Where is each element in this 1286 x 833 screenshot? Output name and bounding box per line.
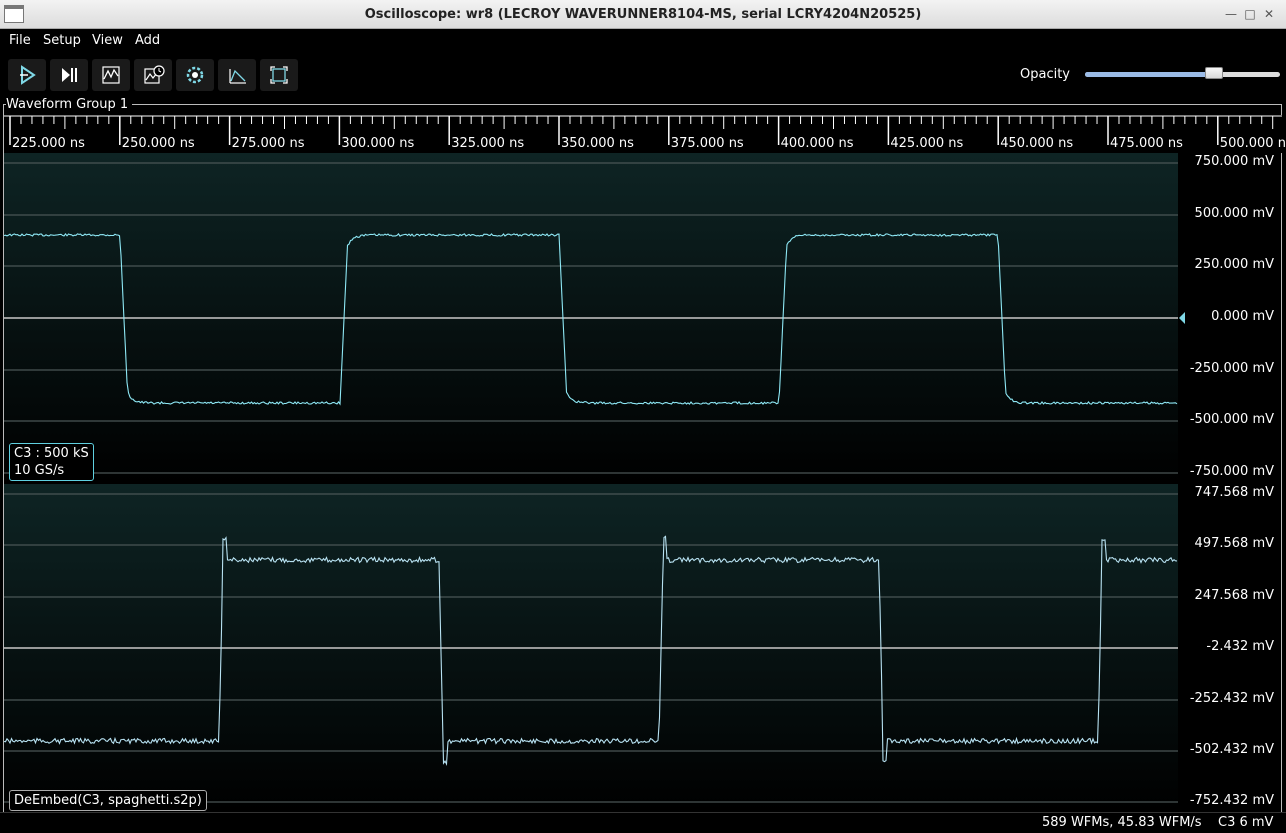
- history-icon: [144, 65, 165, 84]
- y-axis-label: 497.568 mV: [1194, 536, 1274, 551]
- measure-icon: [229, 69, 246, 84]
- opacity-label: Opacity: [1020, 67, 1071, 82]
- measure-button[interactable]: [218, 59, 256, 91]
- trigger-single-icon: [62, 68, 77, 82]
- channel-label-c3-line1: C3 : 500 kS: [14, 446, 89, 461]
- waveform-icon: [102, 66, 120, 84]
- menu-add[interactable]: Add: [135, 33, 160, 48]
- trigger-single-button[interactable]: [50, 59, 88, 91]
- timeline-label: 275.000 ns: [231, 136, 305, 151]
- timeline-label: 225.000 ns: [12, 136, 85, 151]
- timeline-label: 375.000 ns: [670, 136, 744, 151]
- maximize-icon[interactable]: □: [1241, 6, 1259, 22]
- y-axis-label: -752.432 mV: [1189, 793, 1274, 808]
- timeline-label: 300.000 ns: [341, 136, 415, 151]
- status-waveform-rate: 589 WFMs, 45.83 WFM/s: [1042, 815, 1202, 830]
- channel-label-deembed-line1: DeEmbed(C3, spaghetti.s2p): [14, 793, 202, 808]
- timeline-label: 450.000 ns: [1000, 136, 1074, 151]
- menu-setup[interactable]: Setup: [43, 33, 81, 48]
- menu-view[interactable]: View: [92, 33, 123, 48]
- y-axis-label: 500.000 mV: [1194, 206, 1274, 221]
- waveform-group-label: Waveform Group 1: [6, 97, 133, 112]
- timeline-label: 425.000 ns: [890, 136, 964, 151]
- y-axis-label: -2.432 mV: [1206, 639, 1274, 654]
- channel-label-deembed[interactable]: DeEmbed(C3, spaghetti.s2p): [9, 790, 207, 811]
- opacity-slider[interactable]: [1085, 67, 1280, 79]
- timeline-label: 475.000 ns: [1110, 136, 1183, 151]
- y-axis-label: 750.000 mV: [1194, 154, 1274, 169]
- timeline-label: 350.000 ns: [561, 136, 634, 151]
- window-chrome: File Setup View Add Opacity Waveform Gro…: [0, 29, 1286, 832]
- y-axis-label: 247.568 mV: [1194, 588, 1274, 603]
- timeline-label: 500.000 ns: [1219, 136, 1286, 151]
- settings-icon: [186, 66, 204, 84]
- timeline-ticks: [4, 115, 1282, 145]
- waveform-plot-c3-canvas: [4, 153, 1185, 484]
- waveform-button[interactable]: [92, 59, 130, 91]
- y-axis-label: -502.432 mV: [1189, 742, 1274, 757]
- waveform-plot-c3[interactable]: C3 : 500 kS 10 GS/s 750.000 mV 500.000 mV…: [4, 153, 1282, 484]
- settings-button[interactable]: [176, 59, 214, 91]
- opacity-slider-handle[interactable]: [1204, 67, 1223, 79]
- status-channel-info: C3 6 mV: [1218, 815, 1274, 830]
- history-button[interactable]: [134, 59, 172, 91]
- channel-offset-marker[interactable]: [1179, 312, 1185, 324]
- title-bar: Oscilloscope: wr8 (LECROY WAVERUNNER8104…: [0, 0, 1286, 29]
- timeline-label: 325.000 ns: [451, 136, 525, 151]
- waveform-plot-deembed[interactable]: DeEmbed(C3, spaghetti.s2p) 747.568 mV 497…: [4, 484, 1282, 812]
- y-axis-label: 0.000 mV: [1211, 309, 1274, 324]
- y-axis-label: -500.000 mV: [1189, 412, 1274, 427]
- minimize-icon[interactable]: —: [1222, 6, 1240, 22]
- fullscreen-icon: [270, 66, 288, 84]
- channel-label-c3[interactable]: C3 : 500 kS 10 GS/s: [9, 443, 94, 481]
- status-bar: 589 WFMs, 45.83 WFM/s C3 6 mV: [0, 812, 1286, 833]
- window-title: Oscilloscope: wr8 (LECROY WAVERUNNER8104…: [364, 7, 922, 22]
- trigger-run-button[interactable]: [8, 59, 46, 91]
- timeline[interactable]: 225.000 ns 250.000 ns 275.000 ns 300.000 ns…: [4, 115, 1286, 153]
- y-axis-label: -250.000 mV: [1189, 361, 1274, 376]
- close-icon[interactable]: ✕: [1260, 6, 1278, 22]
- timeline-label: 250.000 ns: [121, 136, 195, 151]
- trigger-run-icon: [20, 65, 36, 85]
- waveform-plot-deembed-canvas: [4, 484, 1178, 812]
- y-axis-label: 250.000 mV: [1194, 257, 1274, 272]
- fullscreen-button[interactable]: [260, 59, 298, 91]
- channel-label-c3-line2: 10 GS/s: [14, 463, 65, 478]
- opacity-slider-fill: [1085, 72, 1214, 77]
- menu-bar: File Setup View Add: [0, 29, 1286, 53]
- y-axis-label: -750.000 mV: [1189, 464, 1274, 479]
- y-axis-label: -252.432 mV: [1189, 691, 1274, 706]
- menu-file[interactable]: File: [9, 33, 31, 48]
- timeline-label: 400.000 ns: [780, 136, 854, 151]
- y-axis-label: 747.568 mV: [1194, 485, 1274, 500]
